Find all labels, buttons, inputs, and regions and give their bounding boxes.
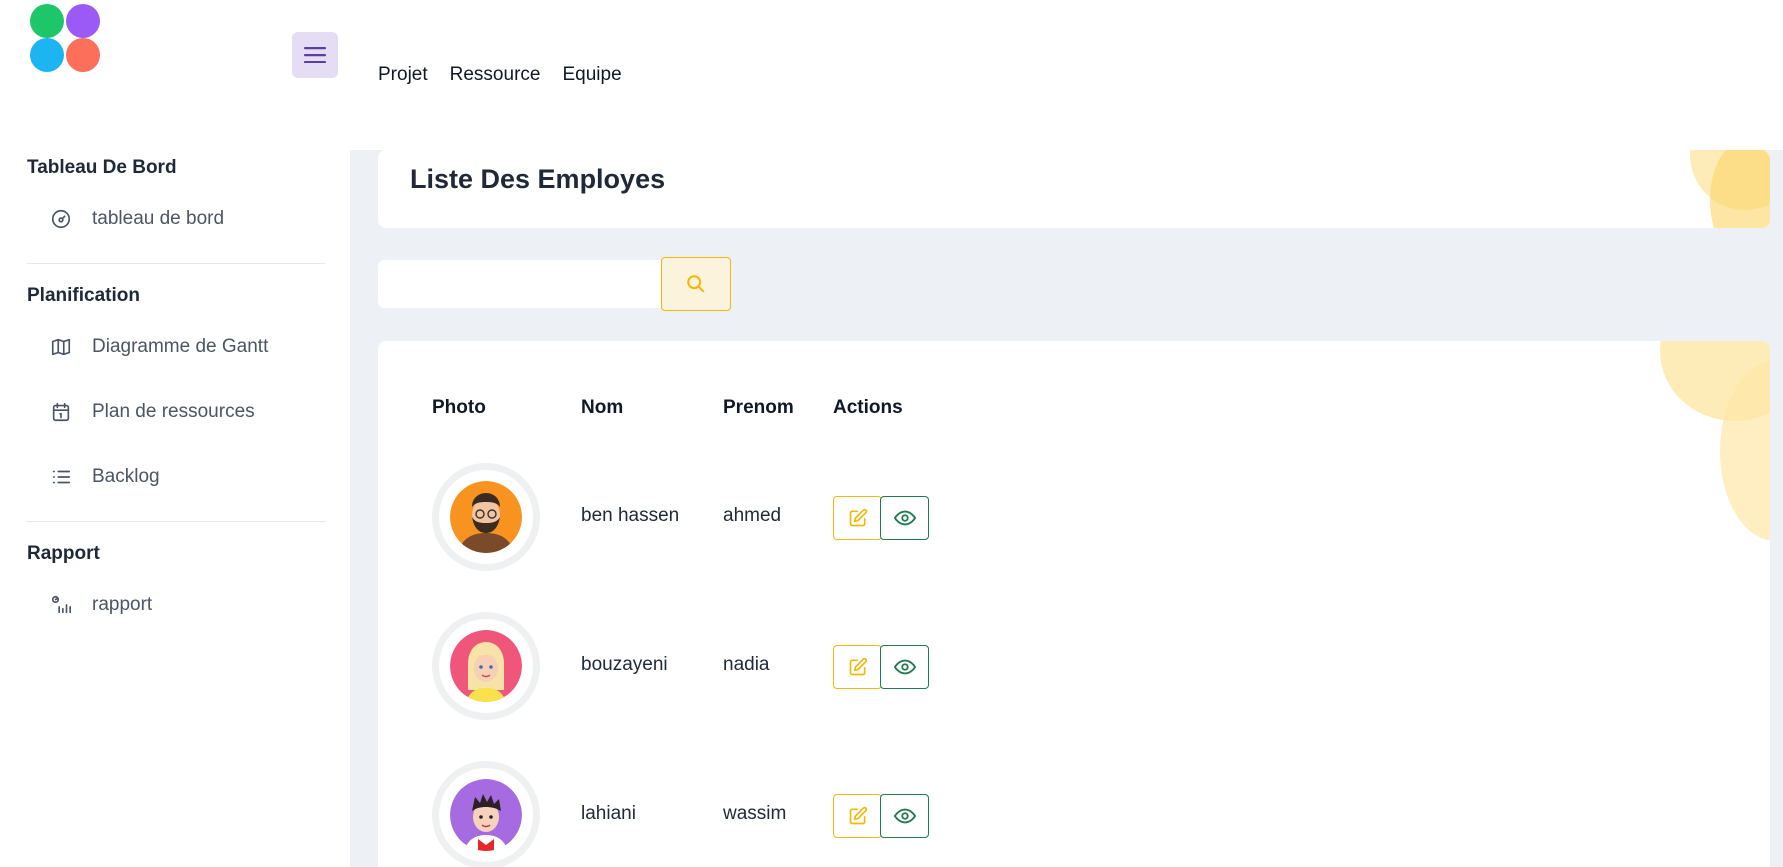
sidebar-item-label: rapport [92,593,153,615]
cell-nom: ben hassen [581,505,680,526]
calendar-icon [49,400,73,424]
top-navigation: Projet Ressource Equipe [378,64,622,86]
sidebar-item-label: Backlog [92,465,160,487]
view-button[interactable] [880,794,929,838]
sidebar-item-tableau-de-bord[interactable]: tableau de bord [0,186,350,251]
cell-nom: lahiani [581,803,636,824]
eye-icon [893,808,916,824]
cell-prenom: wassim [723,803,787,824]
woman-blonde-avatar [450,630,522,702]
cell-nom: bouzayeni [581,654,668,675]
main-content: Liste Des Employes Photo Nom Prenom Acti… [350,150,1783,867]
edit-icon [849,806,867,825]
logo-dot-green [30,4,64,38]
sidebar-item-plan-ressources[interactable]: Plan de ressources [0,379,350,444]
search-bar [378,257,731,311]
page-title-card: Liste Des Employes [378,150,1770,228]
table-row: ben hassen ahmed [378,463,1770,583]
eye-icon [893,510,916,526]
nav-ressource[interactable]: Ressource [450,64,541,86]
man-bearded-avatar [450,481,522,553]
table-row: bouzayeni nadia [378,612,1770,732]
app-logo[interactable] [30,4,102,72]
sidebar-item-backlog[interactable]: Backlog [0,444,350,509]
avatar [432,463,540,571]
search-icon [687,275,705,293]
nav-projet[interactable]: Projet [378,64,428,86]
sidebar-section-title: Planification [27,285,140,306]
cell-prenom: ahmed [723,505,782,526]
column-header-prenom: Prenom [723,397,794,418]
table-row: lahiani wassim [378,761,1770,867]
eye-icon [893,659,916,675]
sidebar-item-label: Diagramme de Gantt [92,335,269,357]
sidebar-item-label: tableau de bord [92,207,225,229]
sidebar-item-label: Plan de ressources [92,400,255,422]
column-header-photo: Photo [432,397,486,418]
logo-dot-orange [66,38,100,72]
view-button[interactable] [880,496,929,540]
avatar [432,761,540,867]
nav-equipe[interactable]: Equipe [562,64,621,86]
map-icon [49,335,73,359]
cell-prenom: nadia [723,654,770,675]
employees-table: Photo Nom Prenom Actions ben hassen ahme… [378,341,1770,867]
sidebar-divider [27,521,325,522]
avatar [432,612,540,720]
man-young-avatar [450,779,522,851]
search-input[interactable] [378,260,661,308]
logo-dot-purple [66,4,100,38]
list-icon [49,465,73,489]
edit-button[interactable] [833,794,882,838]
sidebar-section-title: Rapport [27,543,100,564]
sidebar-item-gantt[interactable]: Diagramme de Gantt [0,314,350,379]
gauge-icon [49,207,73,231]
column-header-nom: Nom [581,397,624,418]
decorative-circle [1710,150,1770,228]
menu-toggle-button[interactable] [292,32,338,78]
report-chart-icon [49,593,73,617]
sidebar-section-title: Tableau De Bord [27,157,177,178]
hamburger-icon [304,47,326,63]
view-button[interactable] [880,645,929,689]
logo-dot-blue [30,38,64,72]
edit-icon [849,508,867,527]
sidebar-divider [27,263,325,264]
column-header-actions: Actions [833,397,903,418]
edit-button[interactable] [833,645,882,689]
page-title: Liste Des Employes [410,164,666,194]
sidebar-item-rapport[interactable]: rapport [0,572,350,637]
edit-icon [849,657,867,676]
edit-button[interactable] [833,496,882,540]
sidebar: Tableau De Bord tableau de bord Planific… [0,150,350,637]
search-button[interactable] [661,257,731,311]
